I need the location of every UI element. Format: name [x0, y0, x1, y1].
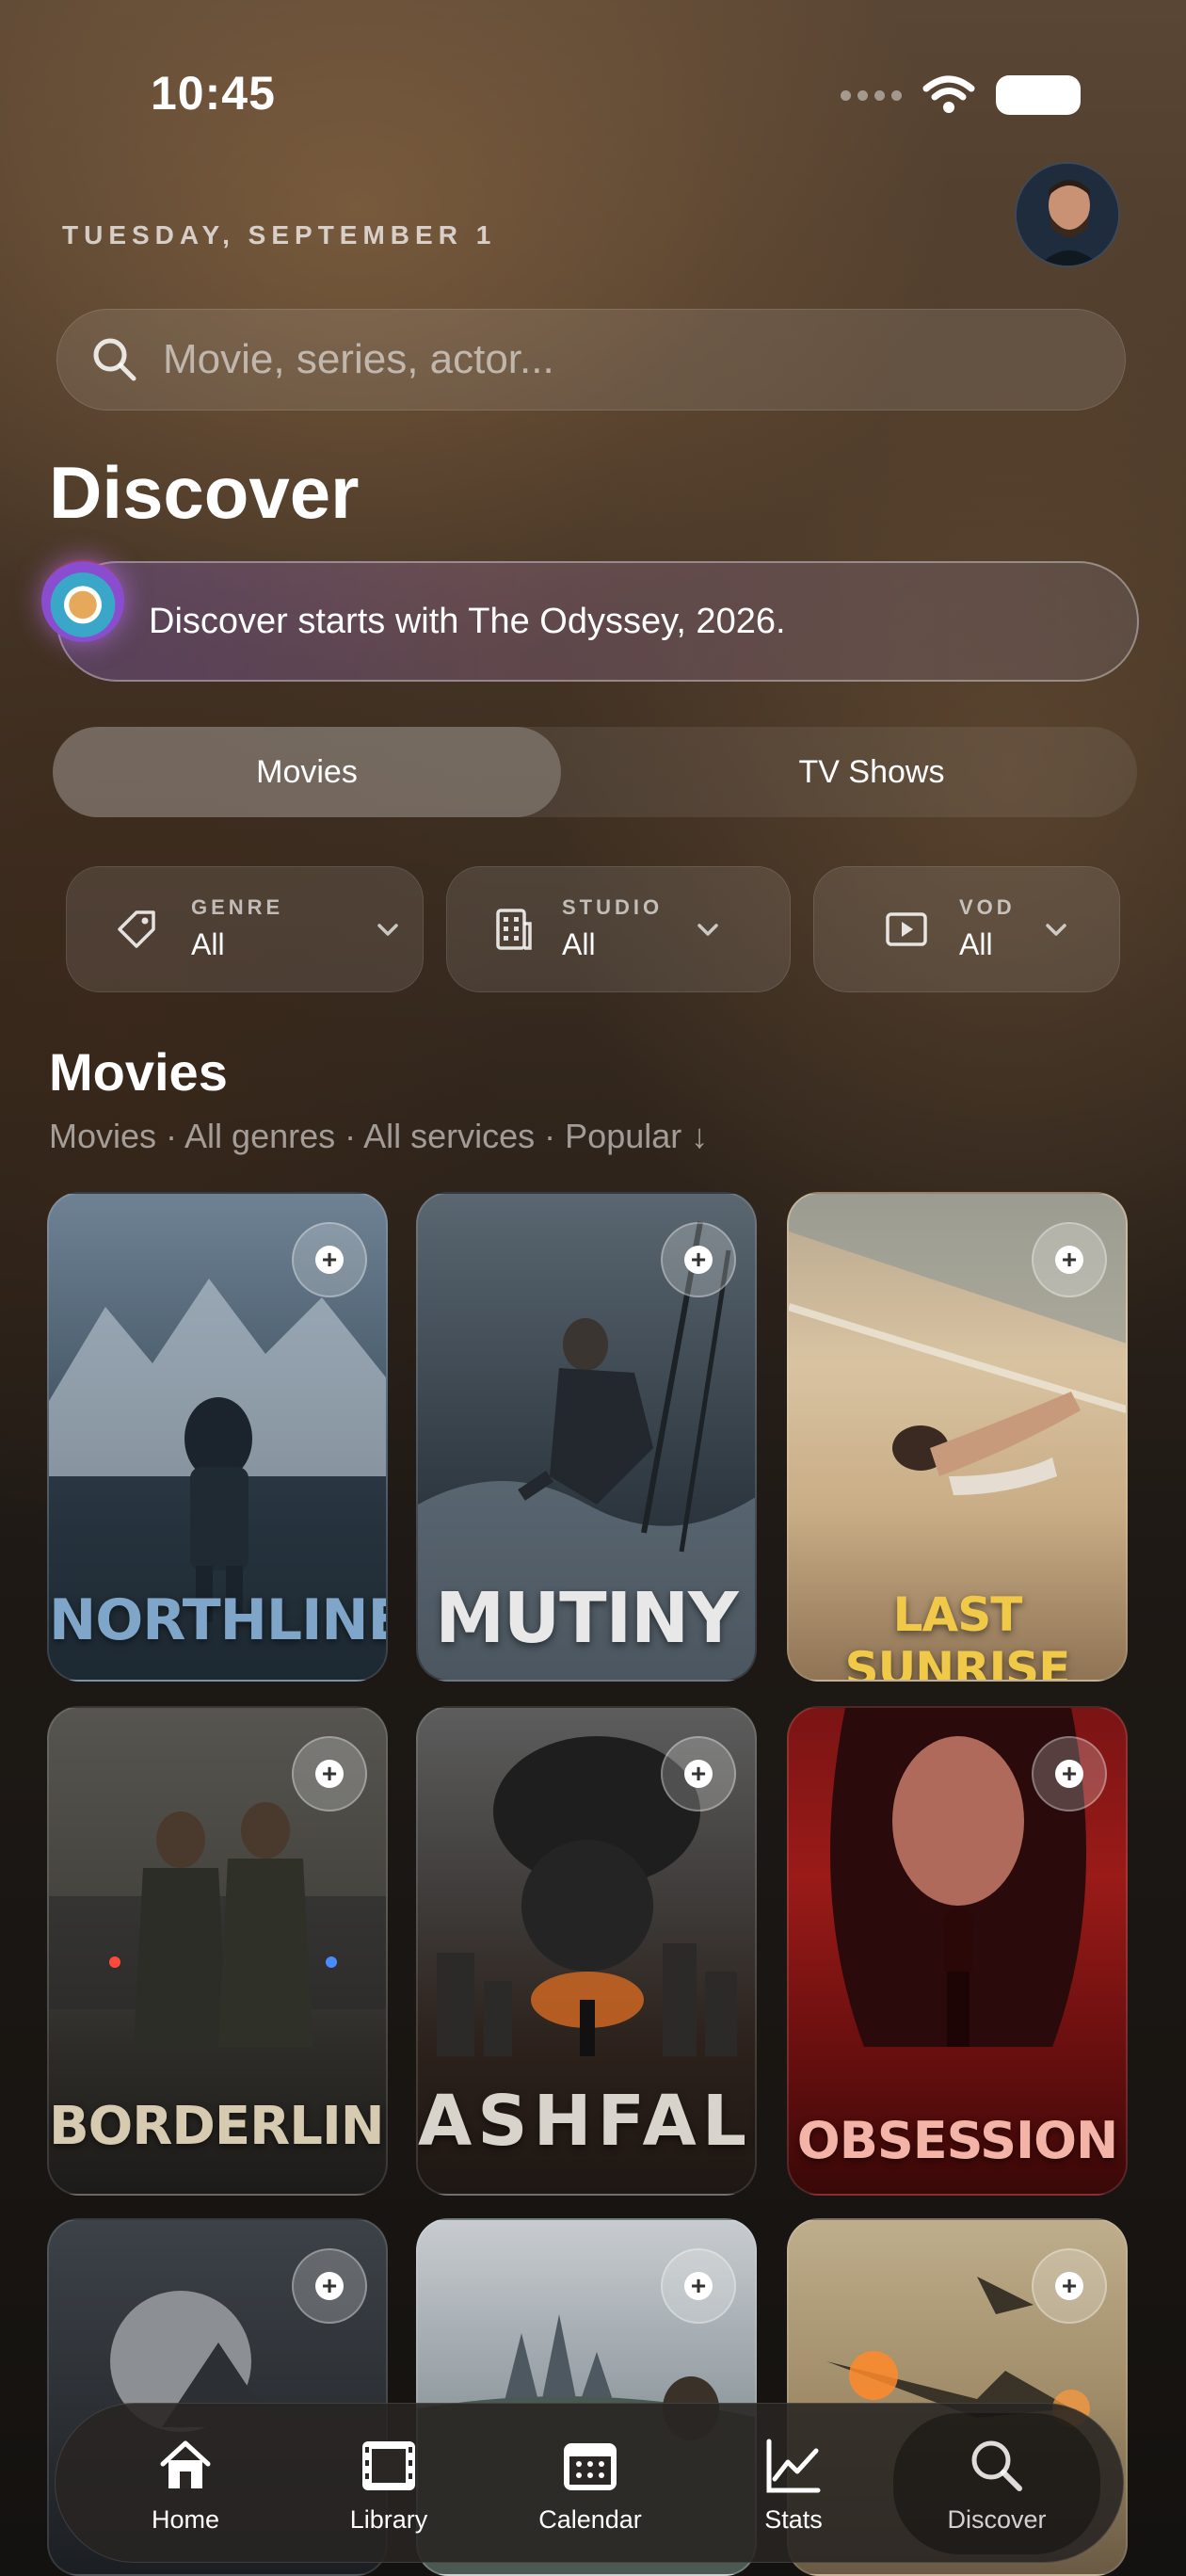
search-icon	[93, 338, 136, 381]
page-title: Discover	[49, 451, 360, 534]
filter-label: GENRE	[191, 895, 284, 919]
chart-icon	[766, 2439, 821, 2492]
search-input[interactable]	[163, 336, 1010, 383]
movie-poster[interactable]: ASHFALL +	[416, 1706, 757, 2196]
add-to-list-button[interactable]: +	[661, 1222, 736, 1297]
tab-label: Stats	[764, 2504, 823, 2534]
tab-movies[interactable]: Movies	[53, 727, 561, 817]
movie-poster[interactable]: BORDERLINE +	[47, 1706, 388, 2196]
add-to-list-button[interactable]: +	[661, 1736, 736, 1811]
movie-poster[interactable]: MUTINY +	[416, 1192, 757, 1682]
building-icon	[496, 909, 532, 950]
tab-discover[interactable]: Discover	[893, 2413, 1100, 2554]
ai-suggestion-banner[interactable]: Discover starts with The Odyssey, 2026.	[56, 561, 1139, 682]
signal-dots-icon	[841, 89, 902, 101]
poster-title: MUTINY	[435, 1578, 738, 1659]
ai-assistant-icon[interactable]	[41, 559, 124, 642]
poster-title: ASHFALL	[418, 2081, 755, 2162]
studio-filter[interactable]: STUDIO All	[446, 866, 791, 992]
add-to-list-button[interactable]: +	[661, 2248, 736, 2324]
filter-label: VOD	[959, 895, 1016, 919]
section-subtitle: Movies · All genres · All services · Pop…	[49, 1117, 709, 1155]
filter-value: All	[191, 927, 225, 961]
filter-label: STUDIO	[562, 895, 664, 919]
tab-tv-shows[interactable]: TV Shows	[617, 727, 1126, 817]
add-to-list-button[interactable]: +	[292, 1736, 367, 1811]
film-icon	[362, 2440, 415, 2490]
tab-calendar[interactable]: Calendar	[489, 2404, 692, 2564]
tab-label: Library	[349, 2504, 428, 2534]
add-to-list-button[interactable]: +	[292, 1222, 367, 1297]
vod-filter[interactable]: VOD All	[813, 866, 1120, 992]
add-to-list-button[interactable]: +	[1032, 1736, 1107, 1811]
plus-icon: +	[1055, 1246, 1083, 1274]
media-type-segmented-control: Movies TV Shows	[53, 727, 1137, 817]
tab-library[interactable]: Library	[287, 2404, 490, 2564]
plus-icon: +	[1055, 1760, 1083, 1788]
add-to-list-button[interactable]: +	[1032, 2248, 1107, 2324]
movie-poster[interactable]: NORTHLINE +	[47, 1192, 388, 1682]
plus-icon: +	[315, 2272, 344, 2300]
plus-icon: +	[684, 2272, 713, 2300]
chevron-down-icon	[1046, 924, 1066, 936]
calendar-icon	[564, 2442, 617, 2490]
poster-title: NORTHLINE	[49, 1587, 388, 1653]
status-time: 10:45	[151, 67, 276, 120]
filter-value: All	[959, 927, 993, 961]
movie-poster[interactable]: OBSESSION +	[787, 1706, 1128, 2196]
poster-title: BORDERLINE	[49, 2096, 388, 2157]
home-icon	[160, 2440, 211, 2488]
avatar-image	[1017, 164, 1118, 266]
banner-text: Discover starts with The Odyssey, 2026.	[149, 601, 786, 641]
add-to-list-button[interactable]: +	[1032, 1222, 1107, 1297]
chevron-down-icon	[697, 924, 718, 936]
avatar[interactable]	[1015, 162, 1120, 267]
movie-poster[interactable]: LAST SUNRISE +	[787, 1192, 1128, 1682]
wifi-icon	[922, 75, 975, 113]
filter-value: All	[562, 927, 596, 961]
tab-label: Home	[151, 2504, 220, 2534]
section-title: Movies	[49, 1042, 228, 1102]
search-icon	[971, 2440, 1022, 2491]
tab-label: Calendar	[538, 2504, 642, 2534]
plus-icon: +	[315, 1760, 344, 1788]
tab-stats[interactable]: Stats	[692, 2404, 895, 2564]
battery-icon	[996, 75, 1081, 115]
plus-icon: +	[1055, 2272, 1083, 2300]
genre-filter[interactable]: GENRE All	[66, 866, 424, 992]
status-indicators	[841, 75, 1081, 115]
plus-icon: +	[315, 1246, 344, 1274]
search-bar[interactable]	[56, 309, 1126, 411]
tab-home[interactable]: Home	[84, 2404, 287, 2564]
play-square-icon	[886, 912, 927, 946]
tab-label: Discover	[947, 2504, 1047, 2534]
add-to-list-button[interactable]: +	[292, 2248, 367, 2324]
chevron-down-icon	[377, 924, 398, 936]
poster-title: OBSESSION	[796, 2111, 1118, 2170]
current-date: TUESDAY, SEPTEMBER 1	[62, 220, 497, 250]
plus-icon: +	[684, 1760, 713, 1788]
tag-icon	[118, 910, 155, 948]
tab-bar: Home Library Calendar Stats Discover	[55, 2403, 1124, 2563]
poster-title: LAST SUNRISE	[844, 1587, 1071, 1682]
plus-icon: +	[684, 1246, 713, 1274]
